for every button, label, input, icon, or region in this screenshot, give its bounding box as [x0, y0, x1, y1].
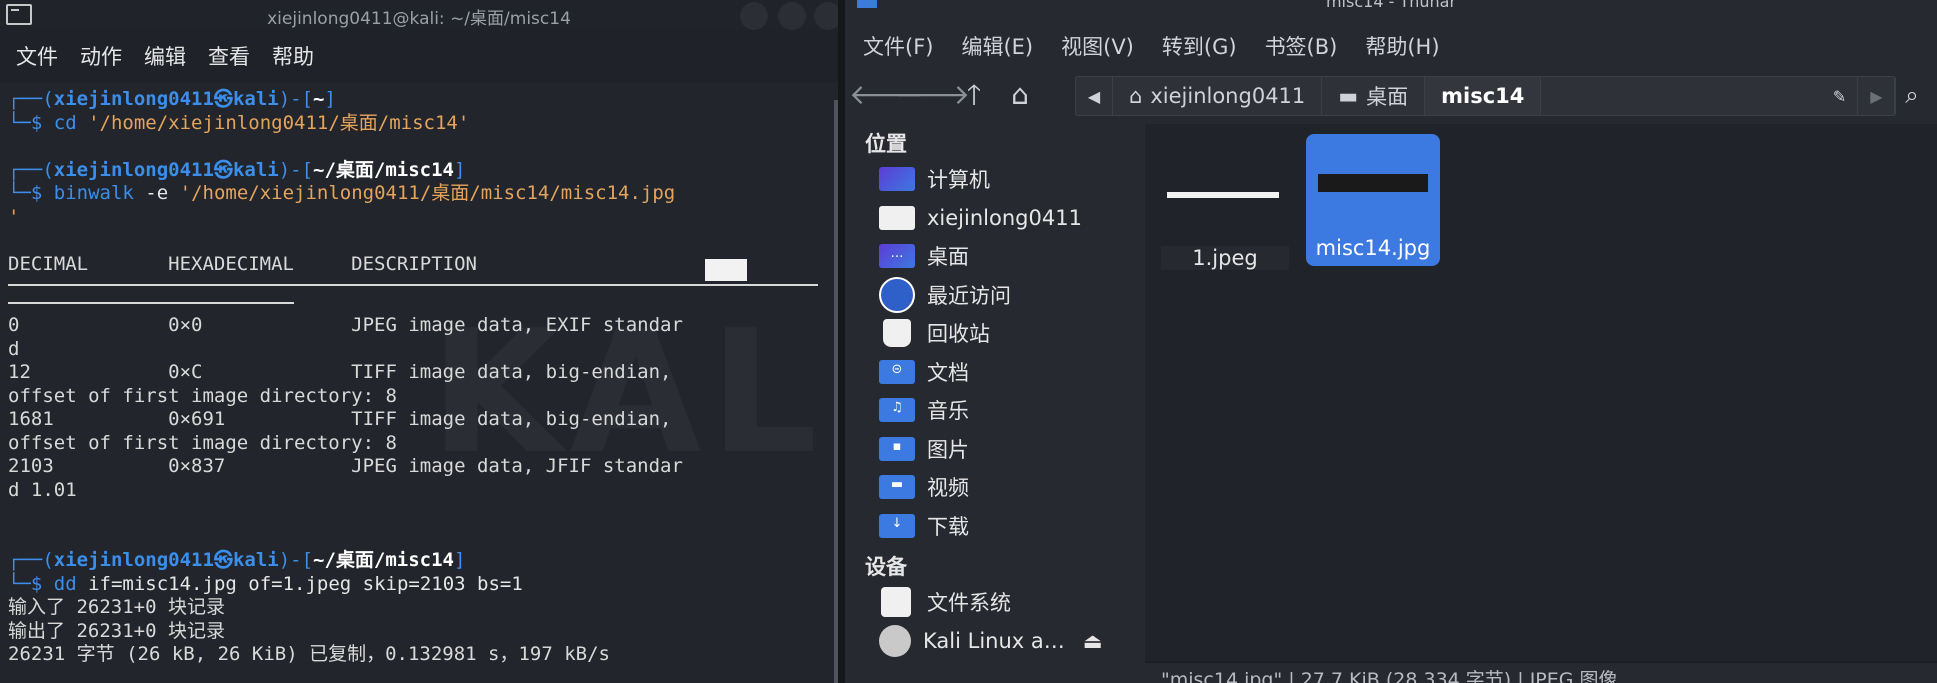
forward-icon[interactable]: 🡒 [895, 74, 970, 116]
terminal-title: xiejinlong0411@kali: ~/桌面/misc14 [267, 9, 571, 29]
disc-icon [879, 624, 911, 657]
file-thumbnail [1318, 174, 1428, 192]
binwalk-row: d [8, 337, 20, 360]
documents-folder-icon: ⊝ [879, 359, 915, 384]
sidebar-item-home[interactable]: xiejinlong0411 [845, 199, 1145, 238]
binwalk-row: 1681 0×691 TIFF image data, big-endian, [8, 408, 672, 430]
binwalk-header: DECIMAL HEXADECIMAL DESCRIPTION [8, 253, 838, 281]
downloads-folder-icon: ↓ [879, 513, 915, 538]
sidebar-item-pictures[interactable]: ▪ 图片 [845, 430, 1145, 469]
menu-view[interactable]: 查看 [208, 41, 250, 71]
fm-sidebar: 位置 计算机 xiejinlong0411 … 桌面 最近访问 回收站 ⊝ 文档 ♫… [845, 124, 1147, 683]
sidebar-item-disc[interactable]: Kali Linux a… ⏏ [845, 622, 1145, 661]
desktop-small-icon: ▬ [1338, 84, 1359, 108]
menu-edit[interactable]: 编辑 [144, 41, 186, 71]
file-thumbnail [1167, 192, 1279, 198]
window-gap [838, 0, 845, 683]
sidebar-item-computer[interactable]: 计算机 [845, 160, 1145, 199]
sidebar-item-music[interactable]: ♫ 音乐 [845, 391, 1145, 430]
music-folder-icon: ♫ [879, 398, 915, 423]
breadcrumb-current[interactable]: misc14 [1425, 77, 1542, 115]
maximize-button[interactable] [778, 2, 806, 30]
dd-output: 输出了 26231+0 块记录 [8, 619, 225, 642]
file-manager-window: misc14 - Thunar 文件(F) 编辑(E) 视图(V) 转到(G) … [845, 0, 1937, 683]
terminal-titlebar[interactable]: xiejinlong0411@kali: ~/桌面/misc14 [0, 0, 838, 30]
sidebar-item-trash[interactable]: 回收站 [845, 314, 1145, 353]
binwalk-row: 2103 0×837 JPEG image data, JFIF standar [8, 455, 683, 477]
header-separator [8, 284, 818, 286]
home-icon[interactable]: ⌂ [997, 74, 1043, 116]
fm-menu-help[interactable]: 帮助(H) [1365, 31, 1439, 61]
close-button[interactable] [814, 2, 838, 30]
prompt-line: ┌──(xiejinlong0411㉿kali)-[~/桌面/misc14] [8, 158, 466, 181]
pictures-folder-icon: ▪ [879, 436, 915, 461]
command-line: └─$ binwalk -e '/home/xiejinlong0411/桌面/… [8, 182, 676, 204]
dd-output: 输入了 26231+0 块记录 [8, 596, 225, 618]
menu-action[interactable]: 动作 [80, 41, 122, 71]
recent-icon [879, 276, 915, 313]
terminal-window: xiejinlong0411@kali: ~/桌面/misc14 文件 动作 编… [0, 0, 838, 683]
prompt-line: ┌──(xiejinlong0411㉿kali)-[~/桌面/misc14] [8, 549, 466, 571]
desktop-folder-icon: … [879, 244, 915, 269]
fm-menu-bookmarks[interactable]: 书签(B) [1265, 31, 1338, 61]
fm-menu-file[interactable]: 文件(F) [863, 31, 933, 61]
terminal-output[interactable]: KALI ┌──(xiejinlong0411㉿kali)-[~] └─$ cd… [0, 82, 838, 683]
terminal-menubar: 文件 动作 编辑 查看 帮助 [0, 30, 838, 82]
home-small-icon: ⌂ [1129, 84, 1143, 108]
videos-folder-icon: ▬ [879, 475, 915, 500]
command-continuation: ' [8, 205, 20, 228]
back-icon[interactable]: 🡐 [849, 74, 924, 116]
breadcrumb-desktop[interactable]: ▬ 桌面 [1322, 77, 1426, 115]
fm-menu-edit[interactable]: 编辑(E) [961, 31, 1033, 61]
file-name: misc14.jpg [1315, 236, 1431, 260]
sidebar-item-downloads[interactable]: ↓ 下载 [845, 507, 1145, 546]
prompt-line: ┌──(xiejinlong0411㉿kali)-[~] [8, 88, 336, 110]
breadcrumb-left-arrow-icon[interactable]: ◀ [1076, 77, 1113, 115]
fm-title: misc14 - Thunar [1325, 0, 1457, 11]
search-icon[interactable]: ⌕ [1889, 74, 1935, 116]
sidebar-item-recent[interactable]: 最近访问 [845, 276, 1145, 315]
breadcrumb-home[interactable]: ⌂ xiejinlong0411 [1113, 77, 1323, 115]
menu-file[interactable]: 文件 [16, 41, 58, 71]
menu-help[interactable]: 帮助 [272, 41, 314, 71]
binwalk-row: 12 0×C TIFF image data, big-endian, [8, 361, 672, 383]
fm-statusbar: "misc14.jpg" | 27.7 KiB (28,334 字节) | JP… [1145, 661, 1937, 683]
home-folder-icon [879, 205, 915, 230]
selection-box [705, 258, 747, 281]
fm-toolbar: 🡐 🡒 🡑 ⌂ ◀ ⌂ xiejinlong0411 ▬ 桌面 misc14 ✎ ▶… [845, 74, 1937, 116]
fm-menubar: 文件(F) 编辑(E) 视图(V) 转到(G) 书签(B) 帮助(H) [845, 18, 1937, 74]
sidebar-item-videos[interactable]: ▬ 视频 [845, 468, 1145, 507]
fm-file-view[interactable]: 1.jpeg misc14.jpg [1145, 124, 1937, 683]
minimize-button[interactable] [740, 2, 768, 30]
sidebar-item-documents[interactable]: ⊝ 文档 [845, 353, 1145, 392]
status-text: "misc14.jpg" | 27.7 KiB (28,334 字节) | JP… [1161, 669, 1618, 683]
file-name: 1.jpeg [1161, 246, 1289, 270]
sidebar-devices-header: 设备 [865, 555, 907, 579]
edit-path-icon[interactable]: ✎ [1821, 77, 1859, 115]
command-line: └─$ dd if=misc14.jpg of=1.jpeg skip=2103… [8, 572, 523, 595]
binwalk-row: d 1.01 [8, 478, 77, 501]
trash-icon [883, 319, 911, 348]
binwalk-row: offset of first image directory: 8 [8, 431, 397, 454]
fm-menu-go[interactable]: 转到(G) [1162, 31, 1237, 61]
up-icon[interactable]: 🡑 [951, 74, 997, 116]
sidebar-item-filesystem[interactable]: 文件系统 [845, 583, 1145, 622]
binwalk-row: 0 0×0 JPEG image data, EXIF standar [8, 314, 683, 336]
binwalk-row: offset of first image directory: 8 [8, 384, 397, 407]
computer-icon [879, 167, 915, 192]
fm-menu-view[interactable]: 视图(V) [1061, 31, 1134, 61]
header-separator-short [8, 302, 294, 304]
sidebar-places-header: 位置 [865, 132, 907, 156]
fm-titlebar[interactable]: misc14 - Thunar [845, 0, 1937, 18]
command-line: └─$ cd '/home/xiejinlong0411/桌面/misc14' [8, 111, 470, 134]
sidebar-item-desktop[interactable]: … 桌面 [845, 237, 1145, 276]
file-item-1jpeg[interactable]: 1.jpeg [1161, 136, 1289, 286]
breadcrumb: ◀ ⌂ xiejinlong0411 ▬ 桌面 misc14 ✎ ▶ [1075, 76, 1897, 116]
eject-icon[interactable]: ⏏ [1083, 629, 1103, 653]
filesystem-icon [881, 587, 911, 618]
file-item-misc14jpg[interactable]: misc14.jpg [1306, 134, 1440, 266]
dd-output: 26231 字节 (26 kB, 26 KiB) 已复制，0.132981 s，… [8, 643, 610, 665]
